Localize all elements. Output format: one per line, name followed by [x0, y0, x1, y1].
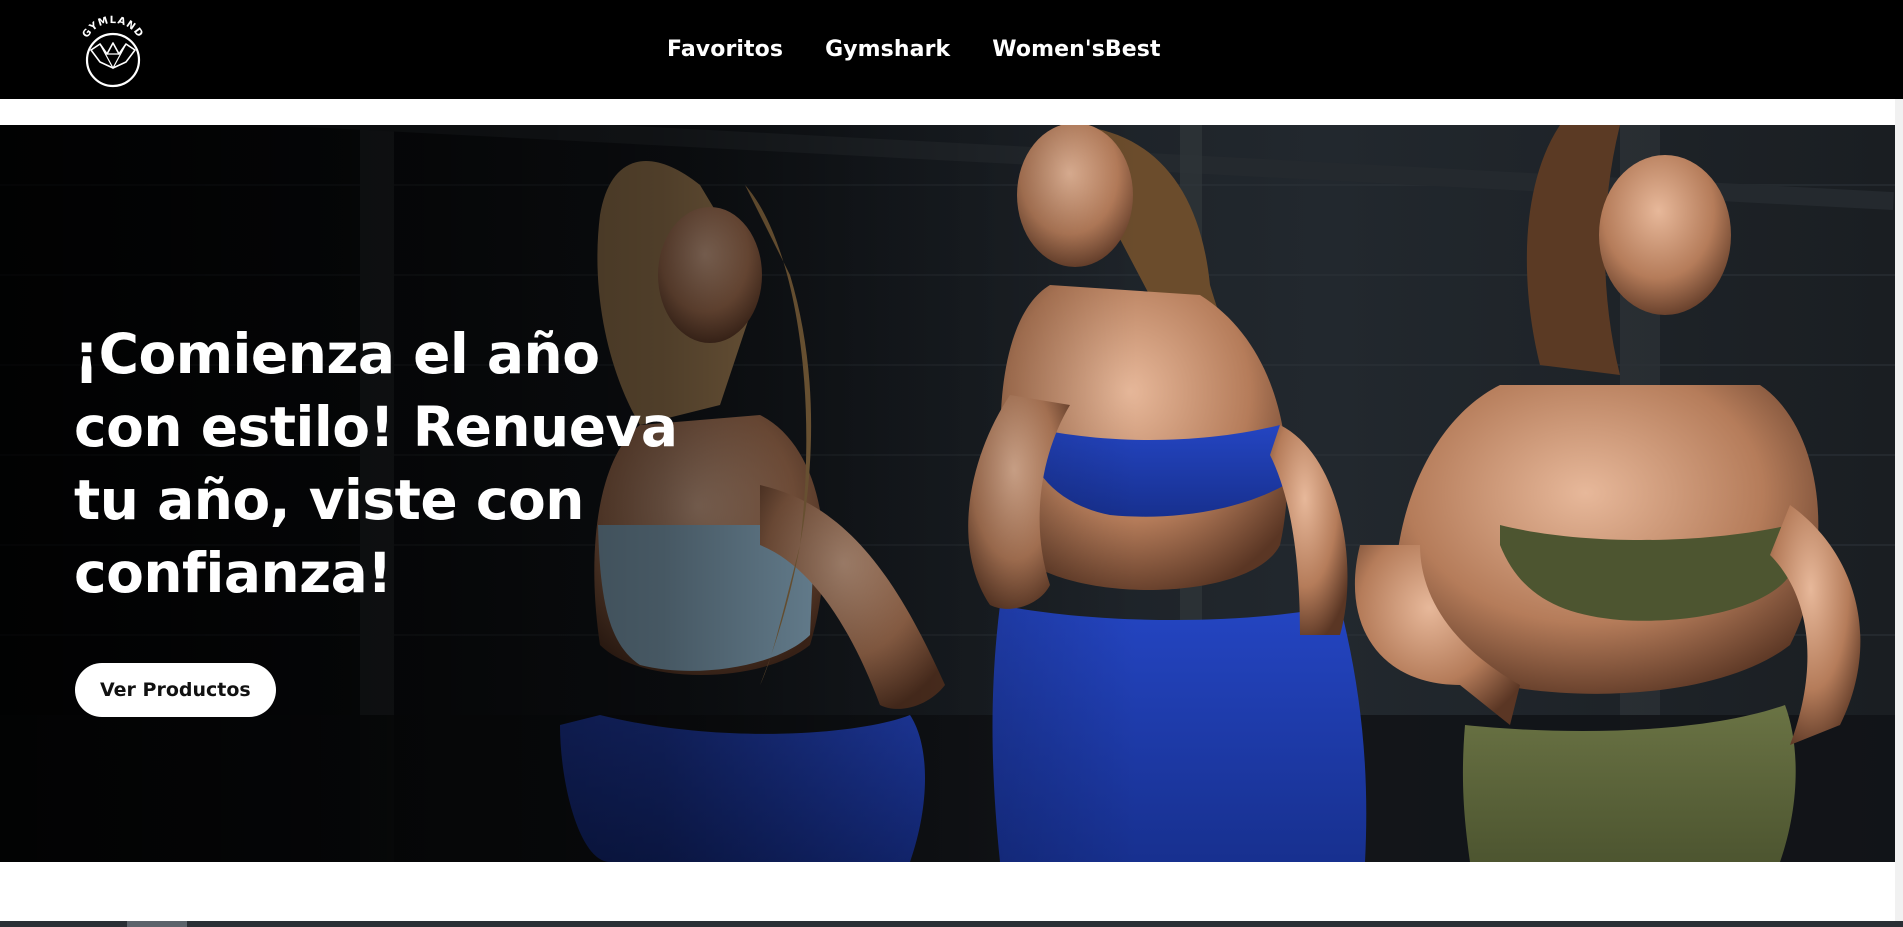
top-navigation-bar: GYMLAND Favoritos Gymshark Women'sBest	[0, 0, 1903, 99]
view-products-button[interactable]: Ver Productos	[75, 663, 276, 717]
nav-link-womens-best[interactable]: Women'sBest	[992, 37, 1160, 62]
gymland-logo[interactable]: GYMLAND	[74, 10, 152, 88]
main-nav: Favoritos Gymshark Women'sBest	[667, 0, 1161, 99]
nav-link-favoritos[interactable]: Favoritos	[667, 37, 783, 62]
nav-link-gymshark[interactable]: Gymshark	[825, 37, 950, 62]
page: GYMLAND Favoritos Gymshark Women'sBest ¡…	[0, 0, 1903, 927]
next-section-edge	[0, 921, 1903, 927]
hero-banner: ¡Comienza el año con estilo! Renueva tu …	[0, 125, 1895, 862]
page-scrollbar[interactable]	[1895, 99, 1903, 927]
hero-headline: ¡Comienza el año con estilo! Renueva tu …	[74, 322, 678, 605]
gymland-logo-icon: GYMLAND	[81, 15, 146, 88]
next-section-tab	[127, 921, 187, 927]
svg-text:GYMLAND: GYMLAND	[81, 15, 146, 40]
